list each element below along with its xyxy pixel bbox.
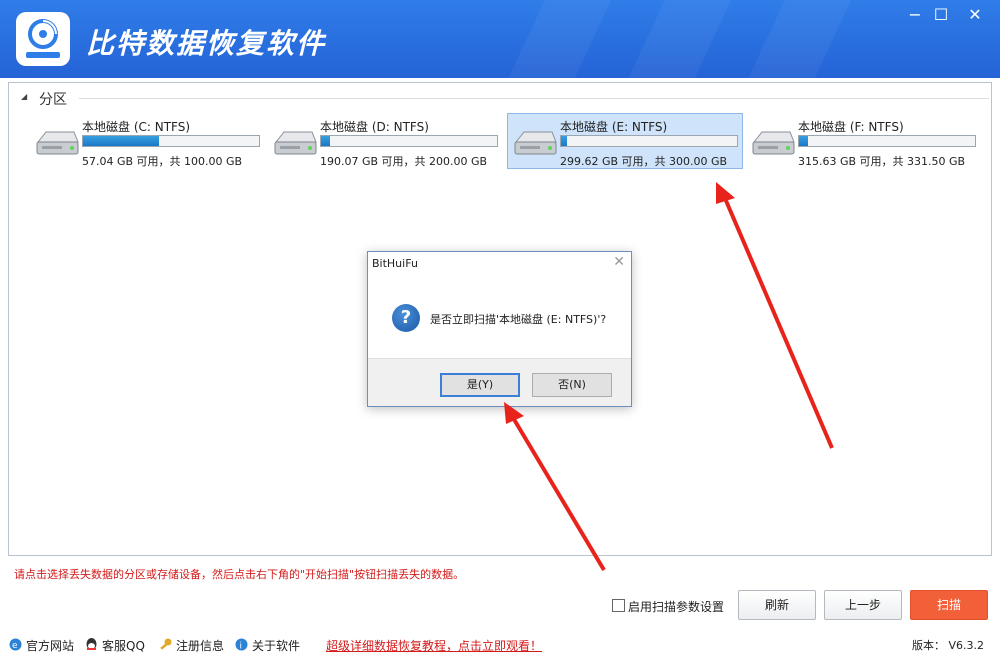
drive-name: 本地磁盘 (E: NTFS) [560,120,668,134]
dialog-message: 是否立即扫描'本地磁盘 (E: NTFS)'? [430,313,607,326]
scan-button[interactable]: 扫描 [910,590,988,620]
section-divider [79,98,989,99]
dialog-yes-button[interactable]: 是(Y) [440,373,520,397]
dialog-no-button[interactable]: 否(N) [532,373,612,397]
customer-qq-label: 客服QQ [102,639,145,653]
drive-capacity: 315.63 GB 可用，共 331.50 GB [798,155,966,168]
dialog-title: BitHuiFu [372,257,418,270]
title-bar-decoration [480,0,620,78]
maximize-button[interactable]: ☐ [926,4,956,26]
drive-usage-fill [561,136,567,146]
drive-item-c[interactable]: 本地磁盘 (C: NTFS) 57.04 GB 可用，共 100.00 GB [29,113,265,169]
dialog-button-bar: 是(Y) 否(N) [368,358,631,406]
svg-text:i: i [240,642,243,652]
app-logo-icon [16,12,70,66]
close-button[interactable]: ✕ [960,4,990,26]
about-software-label: 关于软件 [252,639,301,653]
qq-icon [86,638,97,650]
drive-usage-fill [321,136,330,146]
drive-name: 本地磁盘 (F: NTFS) [798,120,904,134]
question-icon: ? [392,304,420,332]
ie-icon: e [9,638,22,651]
drive-item-f[interactable]: 本地磁盘 (F: NTFS) 315.63 GB 可用，共 331.50 GB [745,113,981,169]
title-bar: 比特数据恢复软件 − ☐ ✕ [0,0,1000,78]
section-title: 分区 [39,92,67,108]
svg-text:e: e [12,641,18,651]
official-site-label: 官方网站 [26,639,75,653]
drive-usage-bar [560,135,738,147]
refresh-button[interactable]: 刷新 [738,590,816,620]
drive-capacity: 190.07 GB 可用，共 200.00 GB [320,155,488,168]
drive-usage-bar [798,135,976,147]
drive-capacity: 299.62 GB 可用，共 300.00 GB [560,155,728,168]
tutorial-link[interactable]: 超级详细数据恢复教程，点击立即观看！ [326,637,542,654]
section-header[interactable]: ◢ 分区 [21,89,989,108]
scan-params-label: 启用扫描参数设置 [628,600,725,614]
drive-name: 本地磁盘 (C: NTFS) [82,120,191,134]
drive-name: 本地磁盘 (D: NTFS) [320,120,429,134]
register-info-label: 注册信息 [176,639,225,653]
scan-params-checkbox[interactable] [612,599,625,612]
hard-drive-icon [274,131,317,155]
instruction-hint: 请点击选择丢失数据的分区或存储设备，然后点击右下角的"开始扫描"按钮扫描丢失的数… [14,568,465,581]
confirm-scan-dialog: BitHuiFu ✕ ? 是否立即扫描'本地磁盘 (E: NTFS)'? 是(Y… [367,251,632,407]
hard-drive-icon [36,131,79,155]
drive-item-e[interactable]: 本地磁盘 (E: NTFS) 299.62 GB 可用，共 300.00 GB [507,113,743,169]
title-bar-decoration [720,0,860,78]
key-icon [160,638,172,650]
drive-usage-fill [83,136,159,146]
drive-item-d[interactable]: 本地磁盘 (D: NTFS) 190.07 GB 可用，共 200.00 GB [267,113,503,169]
drive-capacity: 57.04 GB 可用，共 100.00 GB [82,155,243,168]
hard-drive-icon [752,131,795,155]
collapse-arrow-icon[interactable]: ◢ [21,92,27,101]
drive-usage-bar [320,135,498,147]
info-globe-icon: i [235,638,248,652]
dialog-close-button[interactable]: ✕ [613,254,625,270]
title-bar-decoration [600,0,740,78]
prev-step-button[interactable]: 上一步 [824,590,902,620]
drive-usage-fill [799,136,808,146]
app-title: 比特数据恢复软件 [86,27,327,60]
hard-drive-icon [514,131,557,155]
version-label: 版本： V6.3.2 [912,639,985,652]
drive-usage-bar [82,135,260,147]
